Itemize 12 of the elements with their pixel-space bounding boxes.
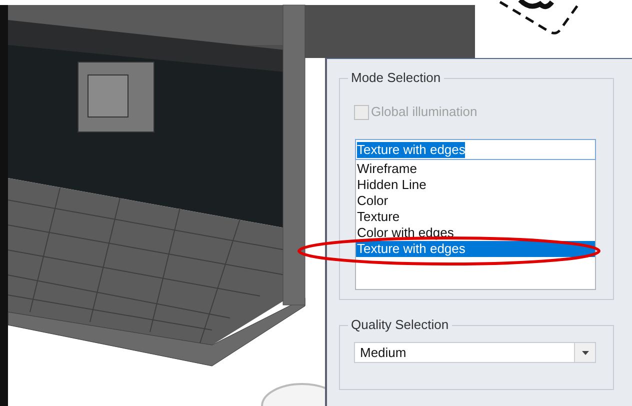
group-title: Quality Selection [348, 317, 452, 333]
list-item[interactable]: Texture [356, 209, 595, 225]
quality-dropdown[interactable]: Medium [354, 342, 596, 363]
dropdown-button[interactable] [574, 343, 595, 362]
list-item[interactable]: Texture with edges [356, 241, 595, 257]
caret-icon [582, 350, 588, 354]
list-item[interactable]: Wireframe [356, 161, 595, 177]
checkbox-label: Global illumination [371, 104, 478, 120]
list-item[interactable]: Hidden Line [356, 177, 595, 193]
dropdown-value: Medium [359, 344, 406, 360]
list-item[interactable]: Color [356, 193, 595, 209]
mode-input-field[interactable]: Texture with edges [355, 139, 596, 160]
